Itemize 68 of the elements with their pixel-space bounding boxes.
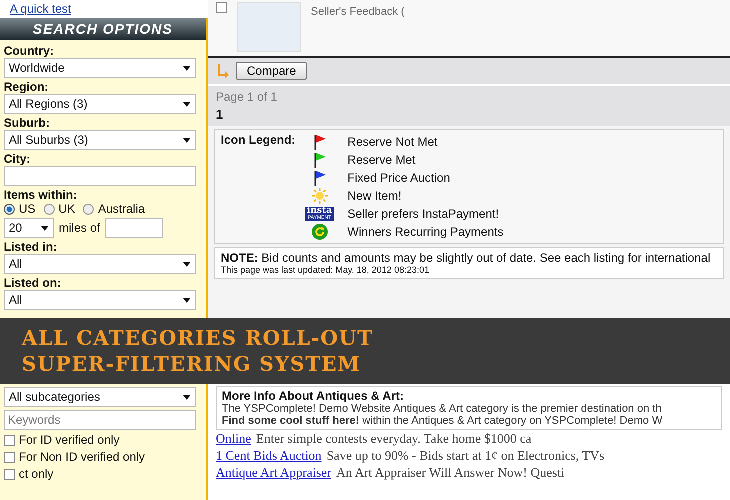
dropdown[interactable]: All (4, 254, 196, 274)
info-text: Find some cool stuff here! within the Antiques & Art category on YSPComplete! Demo W (222, 415, 664, 427)
checkbox[interactable] (4, 452, 15, 462)
caret-icon (183, 394, 191, 400)
location-field[interactable] (105, 218, 164, 238)
banner-headline: SUPER-FILTERING SYSTEM (22, 351, 362, 377)
caret-icon (183, 262, 191, 266)
dropdown[interactable]: All Regions (3) (4, 94, 196, 114)
sun-icon (312, 188, 328, 204)
corner-arrow-icon (216, 63, 230, 79)
ad-link[interactable]: Antique Art Appraiser (216, 465, 332, 481)
product-image-placeholder (237, 2, 301, 52)
radio-label: Australia (98, 202, 146, 216)
field-label: City: (4, 152, 32, 166)
info-title: More Info About Antiques & Art: (222, 389, 405, 403)
field-label: Items within: (4, 188, 78, 202)
note-text: NOTE: Bid counts and amounts may be slightly out of date. See each listing for international (221, 251, 712, 265)
dropdown[interactable]: All Suburbs (3) (4, 130, 196, 150)
page-summary: Page 1 of 1 (216, 90, 278, 104)
ad-text: Enter simple contests everyday. Take home $1000 ca (256, 431, 532, 447)
text-field[interactable] (4, 166, 196, 186)
checkbox[interactable] (216, 2, 227, 13)
ad-text: Save up to 90% - Bids start at 1¢ on Electronics, TVs (326, 448, 605, 464)
distance-dropdown[interactable]: 20 (4, 218, 54, 238)
radio-button[interactable] (44, 204, 55, 214)
radio-label: UK (58, 202, 76, 216)
distance-label: miles of (59, 221, 100, 235)
caret-icon (183, 102, 191, 106)
caret-icon (183, 66, 191, 70)
dropdown[interactable]: Worldwide (4, 58, 196, 78)
legend-title: Icon Legend: (221, 133, 296, 149)
legend-label: Reserve Not Met (348, 134, 438, 148)
ad-link[interactable]: 1 Cent Bids Auction (216, 448, 322, 464)
text-field[interactable]: Keywords (4, 410, 196, 430)
info-text: The YSPComplete! Demo Website Antiques & Art category is the premier destination on th (222, 403, 663, 415)
field-label: Suburb: (4, 116, 51, 130)
legend-label: Seller prefers InstaPayment! (348, 206, 500, 220)
legend-label: Fixed Price Auction (348, 170, 450, 184)
checkbox[interactable] (4, 434, 15, 446)
field-label: Country: (4, 44, 55, 58)
checkbox-label: For Non ID verified only (19, 450, 146, 464)
field-label: Listed in: (4, 240, 58, 254)
caret-icon (183, 138, 191, 142)
search-options-header: SEARCH OPTIONS (0, 18, 206, 40)
legend-label: New Item! (348, 188, 402, 202)
page-number[interactable]: 1 (216, 107, 224, 122)
refresh-icon (312, 224, 328, 240)
seller-feedback: Seller's Feedback ( (311, 6, 405, 18)
dropdown[interactable]: All (4, 290, 196, 310)
compare-button[interactable]: Compare (236, 62, 308, 80)
radio-button[interactable] (4, 204, 15, 214)
field-label: Region: (4, 80, 50, 94)
ad-text: An Art Appraiser Will Answer Now! Questi (336, 465, 565, 481)
ad-link[interactable]: Online (216, 431, 252, 447)
caret-icon (41, 226, 49, 230)
legend-label: Winners Recurring Payments (348, 224, 504, 238)
checkbox[interactable] (4, 468, 15, 480)
field-label: Listed on: (4, 276, 62, 290)
checkbox-label: For ID verified only (19, 433, 120, 447)
legend-label: Reserve Met (348, 152, 416, 166)
radio-label: US (19, 202, 36, 216)
caret-icon (183, 298, 191, 302)
quick-test-link[interactable]: A quick test (0, 0, 208, 18)
last-updated-text: This page was last updated: May. 18, 2012 08:23:01 (221, 265, 430, 275)
dropdown[interactable]: All subcategories (4, 387, 196, 407)
banner-headline: ALL CATEGORIES ROLL-OUT (22, 325, 374, 351)
checkbox-label: ct only (19, 467, 54, 481)
radio-button[interactable] (83, 204, 94, 214)
